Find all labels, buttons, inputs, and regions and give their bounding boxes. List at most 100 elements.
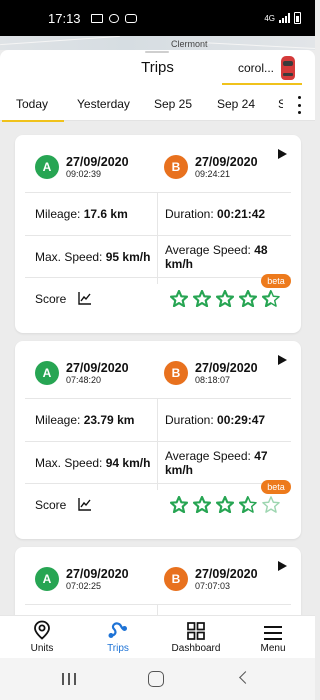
tab-today[interactable]: Today	[1, 88, 65, 122]
recent-apps-icon[interactable]	[62, 673, 76, 685]
nav-menu-label: Menu	[260, 643, 286, 654]
status-time: 17:13	[48, 10, 81, 26]
max-speed-value: 94 km/h	[105, 456, 151, 470]
divider	[25, 441, 291, 442]
car-icon	[281, 56, 296, 80]
play-icon[interactable]	[278, 355, 287, 365]
play-icon[interactable]	[278, 561, 287, 571]
avg-speed-stat: Average Speed: 47 km/h	[165, 449, 268, 477]
avg-speed-stat: Average Speed: 48 km/h	[165, 243, 268, 271]
end-marker-icon: B	[164, 361, 188, 385]
trip-end: B 27/09/2020 07:07:03	[164, 567, 258, 591]
more-options-icon[interactable]	[293, 96, 305, 114]
star-icon	[262, 290, 280, 307]
start-marker-icon: A	[35, 567, 59, 591]
tab-sep-24[interactable]: Sep 24	[217, 88, 255, 121]
divider	[25, 604, 291, 605]
system-navigation-bar	[0, 658, 315, 700]
divider	[25, 277, 291, 278]
signal-icon	[279, 13, 290, 23]
duration-value: 00:29:47	[217, 413, 266, 427]
hamburger-icon	[264, 626, 282, 640]
nav-dashboard-label: Dashboard	[171, 643, 221, 654]
trips-header: Trips corol...	[0, 50, 315, 88]
end-date: 27/09/2020	[195, 567, 258, 581]
nav-menu[interactable]: Menu	[251, 616, 295, 659]
start-time: 07:48:20	[66, 375, 102, 385]
start-time: 09:02:39	[66, 169, 102, 179]
star-icon	[216, 496, 234, 513]
chart-icon[interactable]	[78, 498, 92, 511]
divider	[25, 398, 291, 399]
tab-next[interactable]: S	[278, 88, 283, 121]
map-pin-icon	[34, 620, 50, 640]
end-date: 27/09/2020	[195, 361, 258, 375]
duration-stat: Duration: 00:21:42	[165, 207, 266, 221]
end-time: 09:24:21	[195, 169, 231, 179]
map-place-label: Clermont	[171, 39, 208, 49]
end-marker-icon: B	[164, 567, 188, 591]
star-icon	[193, 496, 211, 513]
nav-dashboard[interactable]: Dashboard	[168, 616, 224, 659]
star-icon	[193, 290, 211, 307]
score-stars	[170, 290, 280, 307]
trip-end: B 27/09/2020 09:24:21	[164, 155, 258, 179]
nav-trips[interactable]: Trips	[96, 616, 140, 659]
chart-icon[interactable]	[78, 292, 92, 305]
star-icon	[170, 496, 188, 513]
divider	[25, 483, 291, 484]
divider	[25, 235, 291, 236]
nav-units-label: Units	[30, 643, 54, 654]
tab-yesterday[interactable]: Yesterday	[77, 88, 130, 121]
unit-name: corol...	[238, 61, 275, 75]
map-view[interactable]: Clermont	[0, 36, 315, 50]
star-icon	[239, 290, 257, 307]
mileage-value: 17.6 km	[83, 207, 128, 221]
nav-trips-label: Trips	[107, 643, 129, 654]
trip-start: A 27/09/2020 09:02:39	[35, 155, 129, 179]
trip-start: A 27/09/2020 07:02:25	[35, 567, 129, 591]
end-date: 27/09/2020	[195, 155, 258, 169]
mileage-stat: Mileage: 23.79 km	[35, 413, 135, 427]
duration-value: 00:21:42	[217, 207, 266, 221]
star-icon	[170, 290, 188, 307]
duration-stat: Duration: 00:29:47	[165, 413, 266, 427]
status-indicators: 4G	[264, 12, 301, 24]
max-speed-stat: Max. Speed: 95 km/h	[35, 250, 151, 264]
star-icon	[262, 496, 280, 513]
start-time: 07:02:25	[66, 581, 102, 591]
bottom-navigation: Units Trips Dashboard Menu	[0, 615, 315, 658]
grid-icon	[187, 622, 205, 640]
gallery-notification-icon	[90, 13, 103, 23]
trip-card[interactable]: A 27/09/2020 09:02:39 B 27/09/2020 09:24…	[15, 135, 301, 333]
end-marker-icon: B	[164, 155, 188, 179]
start-marker-icon: A	[35, 361, 59, 385]
route-icon	[108, 622, 127, 638]
sync-notification-icon	[108, 13, 119, 23]
nav-units[interactable]: Units	[20, 616, 64, 659]
map-road	[200, 41, 315, 50]
trip-start: A 27/09/2020 07:48:20	[35, 361, 129, 385]
map-road	[0, 36, 120, 46]
mileage-stat: Mileage: 17.6 km	[35, 207, 128, 221]
youtube-notification-icon	[124, 13, 137, 23]
status-bar: 17:13 4G	[0, 0, 315, 36]
drag-handle[interactable]	[145, 51, 169, 53]
divider	[25, 192, 291, 193]
divider	[157, 192, 158, 284]
battery-icon	[294, 12, 301, 24]
start-date: 27/09/2020	[66, 567, 129, 581]
tab-sep-25[interactable]: Sep 25	[154, 88, 192, 121]
max-speed-stat: Max. Speed: 94 km/h	[35, 456, 151, 470]
date-tabs: Today Yesterday Sep 25 Sep 24 S	[0, 88, 315, 122]
back-icon[interactable]	[239, 671, 252, 684]
trip-card[interactable]: A 27/09/2020 07:48:20 B 27/09/2020 08:18…	[15, 341, 301, 539]
home-icon[interactable]	[148, 671, 164, 687]
unit-selector[interactable]: corol...	[222, 53, 302, 85]
score-label: Score	[35, 498, 67, 512]
play-icon[interactable]	[278, 149, 287, 159]
star-icon	[239, 496, 257, 513]
beta-badge: beta	[261, 274, 291, 288]
end-time: 08:18:07	[195, 375, 231, 385]
start-date: 27/09/2020	[66, 155, 129, 169]
